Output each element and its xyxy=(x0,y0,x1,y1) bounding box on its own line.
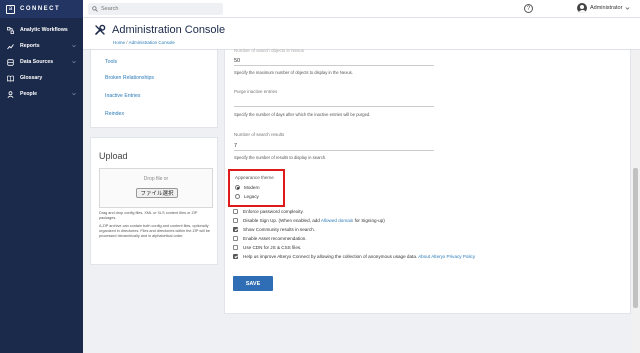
purge-inactive-help: Specify the number of days after which t… xyxy=(234,112,371,117)
user-menu[interactable]: Administrator xyxy=(577,3,630,13)
workflow-icon xyxy=(7,26,14,34)
search-objects-label: Number of search objects in Nexus xyxy=(234,48,305,53)
appearance-theme-group: Appearance theme Modern Legacy xyxy=(228,169,285,207)
sidebar: a CONNECT Analytic Workflows Reports Dat… xyxy=(0,0,83,353)
purge-inactive-field[interactable] xyxy=(234,97,434,107)
show-community-option[interactable]: Show Community results in search. xyxy=(233,227,315,232)
theme-modern-radio[interactable] xyxy=(235,185,240,190)
sidebar-item-data-sources[interactable]: Data Sources xyxy=(0,54,83,70)
admin-links-panel: Tools Broken Relationships Inactive Entr… xyxy=(90,50,218,128)
purge-inactive-label: Purge inactive entries xyxy=(234,89,278,94)
sidebar-item-label: People xyxy=(20,91,38,97)
disable-signup-label: Disable Sign Up. (When enabled, add Allo… xyxy=(243,218,385,223)
sidebar-item-label: Analytic Workflows xyxy=(20,27,68,33)
use-cdn-checkbox[interactable] xyxy=(233,245,238,250)
breadcrumb-separator: / xyxy=(126,40,128,45)
theme-legacy-radio[interactable] xyxy=(235,194,240,199)
sidebar-item-label: Glossary xyxy=(20,75,43,81)
theme-modern-option[interactable]: Modern xyxy=(235,185,260,190)
enforce-password-option[interactable]: Enforce password complexity. xyxy=(233,209,304,214)
disable-signup-text: Disable Sign Up. (When enabled, add xyxy=(243,218,321,223)
book-icon xyxy=(7,75,14,82)
search-results-help: Specify the number of results to display… xyxy=(234,155,327,160)
search-objects-help: Specify the maximum number of objects to… xyxy=(234,70,353,75)
sidebar-item-people[interactable]: People xyxy=(0,86,83,102)
search-icon xyxy=(92,6,98,12)
user-name: Administrator xyxy=(590,5,623,11)
search-results-field[interactable] xyxy=(234,141,434,151)
breadcrumb-home-link[interactable]: Home xyxy=(113,40,125,45)
appearance-theme-title: Appearance theme xyxy=(235,175,274,180)
use-cdn-option[interactable]: Use CDN for JS & CSS files. xyxy=(233,245,301,250)
privacy-policy-link[interactable]: About Alteryx Privacy Policy xyxy=(418,254,475,259)
title-row: Administration Console xyxy=(94,24,225,36)
asset-recommendation-option[interactable]: Enable Asset recommendation. xyxy=(233,236,307,241)
disable-signup-suffix: for Signing-up) xyxy=(353,218,385,223)
person-icon xyxy=(7,90,14,98)
show-community-label: Show Community results in search. xyxy=(243,227,315,232)
sidebar-item-reports[interactable]: Reports xyxy=(0,38,83,54)
file-dropzone[interactable]: Drop file or ファイル選択 xyxy=(99,168,213,208)
inactive-entries-link[interactable]: Inactive Entries xyxy=(105,93,140,99)
theme-legacy-label: Legacy xyxy=(244,194,259,199)
breadcrumb-current-link[interactable]: Administration Console xyxy=(129,40,175,45)
choose-file-button[interactable]: ファイル選択 xyxy=(136,188,178,198)
help-button[interactable]: ? xyxy=(524,4,533,13)
enforce-password-checkbox[interactable] xyxy=(233,209,238,214)
chevron-down-icon xyxy=(625,6,630,10)
drop-text: Drop file or xyxy=(143,176,169,182)
disable-signup-checkbox[interactable] xyxy=(233,218,238,223)
disable-signup-option[interactable]: Disable Sign Up. (When enabled, add Allo… xyxy=(233,218,385,223)
app-logo[interactable]: a CONNECT xyxy=(0,0,83,18)
avatar xyxy=(577,3,587,13)
sidebar-item-label: Data Sources xyxy=(20,59,54,65)
usage-data-text: Help us improve Alteryx Connect by allow… xyxy=(243,254,419,259)
chevron-down-icon xyxy=(72,44,76,48)
search-results-label: Number of search results xyxy=(234,132,285,137)
reindex-link[interactable]: Reindex xyxy=(105,111,124,117)
enforce-password-label: Enforce password complexity. xyxy=(243,209,304,214)
asset-recommendation-label: Enable Asset recommendation. xyxy=(243,236,307,241)
top-bar: ? Administrator xyxy=(83,0,640,18)
search-input[interactable] xyxy=(101,6,216,12)
logo-text: CONNECT xyxy=(20,6,61,12)
upload-note: A ZIP archive can contain both config an… xyxy=(99,224,210,239)
upload-title: Upload xyxy=(99,151,128,161)
theme-modern-label: Modern xyxy=(244,185,260,190)
upload-panel: Upload Drop file or ファイル選択 Drag and drop… xyxy=(90,137,218,265)
breadcrumb: Home / Administration Console xyxy=(113,40,175,45)
chevron-down-icon xyxy=(72,60,76,64)
database-icon xyxy=(7,58,14,66)
tools-link[interactable]: Tools xyxy=(105,59,117,65)
use-cdn-label: Use CDN for JS & CSS files. xyxy=(243,245,302,250)
broken-relationships-link[interactable]: Broken Relationships xyxy=(105,75,154,81)
scrollbar-thumb[interactable] xyxy=(633,168,638,308)
search-box[interactable] xyxy=(88,3,223,15)
page-title: Administration Console xyxy=(112,24,226,36)
sidebar-item-label: Reports xyxy=(20,43,40,49)
theme-legacy-option[interactable]: Legacy xyxy=(235,194,259,199)
tools-icon xyxy=(95,24,106,35)
chart-line-icon xyxy=(7,43,14,50)
usage-data-option[interactable]: Help us improve Alteryx Connect by allow… xyxy=(233,254,475,259)
page-header: Administration Console Home / Administra… xyxy=(83,18,640,50)
show-community-checkbox[interactable] xyxy=(233,227,238,232)
upload-note: Drag and drop config files, XML or XLS c… xyxy=(99,211,198,221)
scrollbar[interactable] xyxy=(631,50,640,353)
logo-mark: a xyxy=(6,4,15,14)
usage-data-checkbox[interactable] xyxy=(233,254,238,259)
search-objects-field[interactable] xyxy=(234,56,434,66)
usage-data-label: Help us improve Alteryx Connect by allow… xyxy=(243,254,475,259)
chevron-down-icon xyxy=(72,92,76,96)
allowed-domain-link[interactable]: Allowed domain xyxy=(321,218,353,223)
sidebar-item-glossary[interactable]: Glossary xyxy=(0,70,83,86)
sidebar-item-analytic-workflows[interactable]: Analytic Workflows xyxy=(0,22,83,38)
save-button[interactable]: SAVE xyxy=(233,276,273,291)
settings-panel: Number of search objects in Nexus Specif… xyxy=(224,48,631,314)
asset-recommendation-checkbox[interactable] xyxy=(233,236,238,241)
